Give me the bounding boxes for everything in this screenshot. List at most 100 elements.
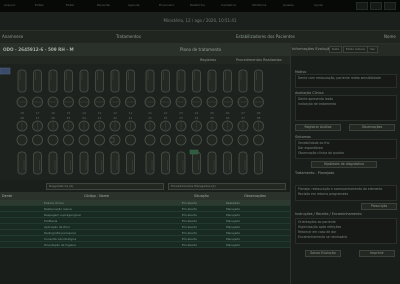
- salvar-evolucao-button[interactable]: Salvar Evolução: [305, 250, 341, 257]
- procedimentos-planejados-button[interactable]: Procedimentos Planejados (0): [168, 183, 286, 190]
- upper-tooth-crown[interactable]: [17, 69, 27, 93]
- maximize-button[interactable]: [370, 2, 382, 10]
- observacoes-button[interactable]: Observações: [349, 124, 395, 131]
- menu-item[interactable]: Arquivo: [4, 3, 15, 9]
- minimize-button[interactable]: [356, 2, 368, 10]
- tab-tratamentos[interactable]: Tratamentos: [116, 34, 141, 39]
- upper-tooth-crown[interactable]: [145, 69, 155, 93]
- lower-tooth-number: 43: [98, 116, 102, 120]
- upper-tooth-crown[interactable]: [79, 69, 89, 93]
- registrar-analise-button[interactable]: Registrar Análise: [295, 124, 341, 131]
- upper-tooth-crown[interactable]: [192, 69, 201, 93]
- lower-tooth-crown[interactable]: [126, 151, 135, 175]
- lower-tooth-occlusal-2[interactable]: [144, 134, 156, 146]
- upper-tooth-crown[interactable]: [207, 69, 217, 93]
- lower-tooth-number: 36: [226, 116, 230, 120]
- lower-tooth-occlusal-2[interactable]: [191, 134, 202, 146]
- treatment-plan-title: Plano de tratamento: [180, 47, 222, 52]
- upper-tooth-crown[interactable]: [48, 69, 58, 93]
- tab-nome[interactable]: Nome: [384, 34, 396, 39]
- upper-tooth-crown[interactable]: [254, 69, 263, 93]
- upper-tooth-crown[interactable]: [95, 69, 104, 93]
- lower-tooth-crown[interactable]: [17, 151, 27, 175]
- lower-tooth-crown[interactable]: [95, 151, 104, 175]
- menu-item[interactable]: Utilitários: [252, 3, 266, 9]
- lower-tooth-occlusal-2[interactable]: [237, 134, 249, 146]
- menu-item[interactable]: Editar: [35, 3, 44, 9]
- treatment-marker[interactable]: [189, 149, 199, 155]
- lower-tooth-crown[interactable]: [223, 151, 232, 175]
- sintomas-field[interactable]: Sensibilidade ao frio Dor espontânea Obs…: [295, 139, 397, 159]
- menu-item[interactable]: Paciente: [97, 3, 110, 9]
- lower-tooth-crown[interactable]: [238, 151, 248, 175]
- upper-tooth-crown[interactable]: [110, 69, 120, 93]
- upper-tooth-crown[interactable]: [238, 69, 248, 93]
- lower-tooth-crown[interactable]: [145, 151, 155, 175]
- lower-tooth-occlusal-2[interactable]: [32, 134, 43, 146]
- lower-tooth-crown[interactable]: [33, 151, 42, 175]
- selection-marker[interactable]: [0, 67, 11, 75]
- lower-tooth-crown[interactable]: [79, 151, 89, 175]
- procedimentos-realizados-link[interactable]: Procedimentos Realizados: [236, 58, 282, 62]
- read-mode-chip[interactable]: Modo leitura: [343, 46, 368, 53]
- prescricao-button[interactable]: Prescrição: [361, 203, 397, 210]
- menu-item[interactable]: Financeiro: [159, 3, 174, 9]
- registros-link[interactable]: Registros: [200, 58, 216, 62]
- view-chip[interactable]: Ver: [367, 46, 378, 53]
- lower-tooth-crown[interactable]: [192, 151, 201, 175]
- upper-tooth-crown[interactable]: [223, 69, 232, 93]
- menu-item[interactable]: Janelas: [283, 3, 294, 9]
- avaliacao-field[interactable]: Dente apresenta lesão Indicação de trata…: [295, 95, 397, 121]
- close-button[interactable]: [384, 2, 396, 10]
- tratamento-label: Tratamento - Planejado: [295, 171, 335, 175]
- lower-tooth-occlusal-2[interactable]: [253, 134, 264, 146]
- menu-item[interactable]: Agenda: [128, 3, 139, 9]
- diagnosticos-button[interactable]: Diagnósticos (0): [46, 183, 164, 190]
- upper-tooth-crown[interactable]: [126, 69, 135, 93]
- odontogram-canvas[interactable]: 1848 1747 1646 1545 1444 1343 1242 1141 2131 2232…: [0, 64, 290, 180]
- menu-item[interactable]: Cadastros: [221, 3, 236, 9]
- lower-tooth-crown[interactable]: [254, 151, 263, 175]
- menu-item[interactable]: Relatórios: [190, 3, 205, 9]
- upper-tooth-crown[interactable]: [176, 69, 186, 93]
- motivo-field[interactable]: Dente com restauração, paciente relata s…: [295, 74, 397, 88]
- lower-tooth-occlusal-2[interactable]: [16, 134, 28, 146]
- table-cell: Planejado: [226, 207, 241, 211]
- tratamento-field[interactable]: Planejar restauração e acompanhamento do…: [295, 185, 397, 201]
- lower-tooth-occlusal-2[interactable]: [222, 134, 233, 146]
- date-chip[interactable]: Data: [329, 46, 343, 53]
- lower-tooth-occlusal-2[interactable]: [47, 134, 59, 146]
- col-observacoes[interactable]: Observações: [244, 194, 266, 198]
- menu-item[interactable]: Ajuda: [314, 3, 323, 9]
- lower-tooth-crown[interactable]: [161, 151, 170, 175]
- marked-point[interactable]: [109, 137, 115, 143]
- lower-tooth-occlusal-2[interactable]: [125, 134, 136, 146]
- lower-tooth-occlusal-2[interactable]: [206, 134, 218, 146]
- imprimir-button[interactable]: Imprimir: [359, 250, 395, 257]
- hipoteses-diagnostico-button[interactable]: Hipóteses de diagnóstico: [311, 161, 377, 168]
- lower-tooth-occlusal-2[interactable]: [94, 134, 105, 146]
- menu-item[interactable]: Exibir: [66, 3, 74, 9]
- lower-tooth-crown[interactable]: [64, 151, 73, 175]
- lower-tooth-crown[interactable]: [48, 151, 58, 175]
- instrucoes-field[interactable]: Orientações ao paciente Higienização apó…: [295, 218, 397, 244]
- col-situacao[interactable]: Situação: [194, 194, 209, 198]
- upper-tooth-crown[interactable]: [33, 69, 42, 93]
- avaliacao-line: Indicação de tratamento: [298, 102, 337, 106]
- lower-tooth-number: 33: [179, 116, 183, 120]
- table-cell: Restauração resina: [44, 207, 72, 211]
- lower-tooth-occlusal-2[interactable]: [63, 134, 74, 146]
- lower-tooth-occlusal-2[interactable]: [175, 134, 187, 146]
- tab-estabilizadores[interactable]: Estabilizadores dos Pacientes: [236, 34, 295, 39]
- lower-tooth-crown[interactable]: [176, 151, 186, 175]
- lower-tooth-occlusal-2[interactable]: [160, 134, 171, 146]
- lower-tooth-crown[interactable]: [110, 151, 120, 175]
- legend-row: Diagnósticos (0) Procedimentos Planejado…: [0, 182, 290, 192]
- tab-anamnese[interactable]: Anamnese: [2, 34, 23, 39]
- col-dente[interactable]: Dente: [2, 194, 12, 198]
- upper-tooth-crown[interactable]: [64, 69, 73, 93]
- col-codigo-nome[interactable]: Código - Nome: [84, 194, 109, 198]
- lower-tooth-occlusal-2[interactable]: [78, 134, 90, 146]
- upper-tooth-crown[interactable]: [161, 69, 170, 93]
- lower-tooth-crown[interactable]: [207, 151, 217, 175]
